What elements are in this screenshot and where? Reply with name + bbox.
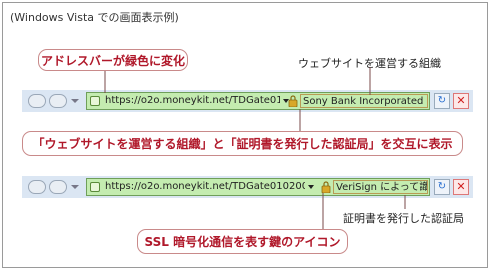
leader-lines [104, 67, 406, 229]
